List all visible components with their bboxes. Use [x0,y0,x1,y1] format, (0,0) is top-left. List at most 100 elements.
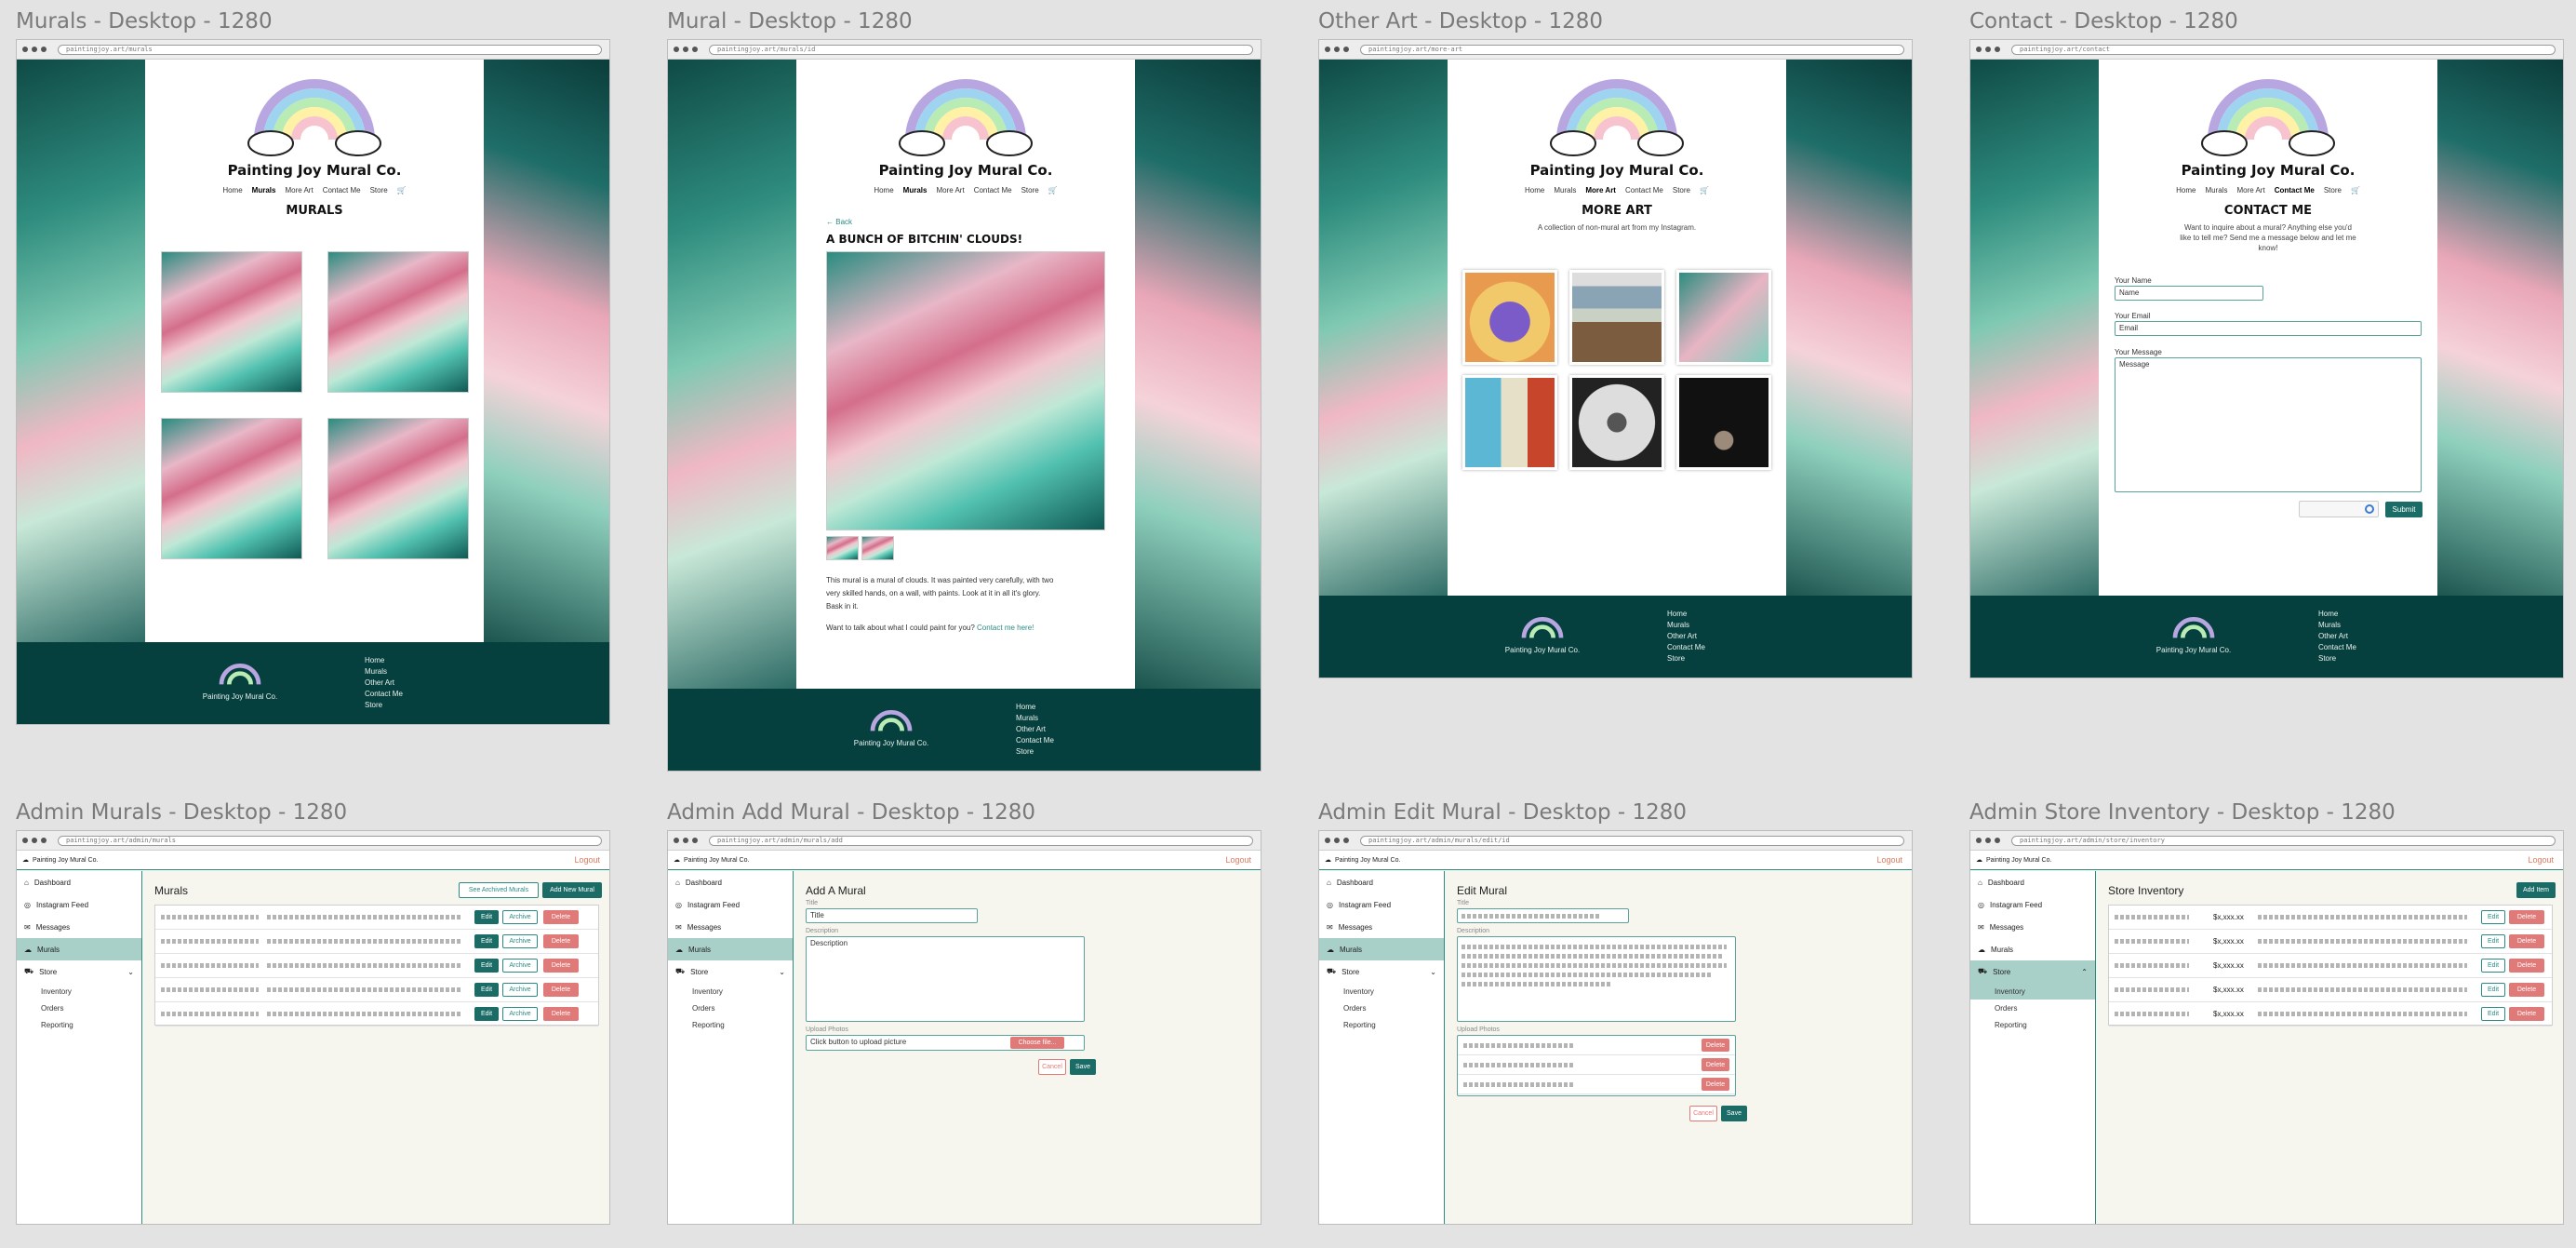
table-row[interactable]: Edit Archive Delete [155,930,598,954]
footer-link-home[interactable]: Home [1016,702,1054,713]
edit-button[interactable]: Edit [474,1007,499,1021]
table-row[interactable]: $x,xxx.xx Edit Delete [2109,954,2552,978]
submit-button[interactable]: Submit [2385,502,2423,517]
footer-link-store[interactable]: Store [1667,653,1705,664]
description-textarea[interactable] [1457,936,1736,1022]
nav-contact[interactable]: Contact Me [1625,186,1663,195]
sidebar-item-store[interactable]: ⛟ Store ⌄ [1319,960,1444,983]
nav-home[interactable]: Home [222,186,242,195]
footer-link-murals[interactable]: Murals [1667,620,1705,631]
sidebar-sub-reporting[interactable]: Reporting [1319,1016,1444,1033]
sidebar-sub-orders[interactable]: Orders [1319,1000,1444,1016]
sidebar-item-dashboard[interactable]: ⌂ Dashboard [1970,871,2095,893]
footer-link-murals[interactable]: Murals [365,666,403,678]
logout-link[interactable]: Logout [1225,855,1251,865]
sidebar-item-instagram[interactable]: ◎ Instagram Feed [1970,893,2095,916]
artwork-space[interactable] [1676,375,1771,470]
sidebar-sub-reporting[interactable]: Reporting [668,1016,793,1033]
artwork-teapot[interactable] [1462,270,1557,365]
back-link[interactable]: ← Back [826,218,852,226]
sidebar-item-messages[interactable]: ✉ Messages [1970,916,2095,938]
delete-button[interactable]: Delete [543,910,579,924]
table-row[interactable]: Edit Archive Delete [155,1002,598,1027]
delete-button[interactable]: Delete [2509,934,2544,948]
delete-button[interactable]: Delete [2509,910,2544,924]
footer-link-home[interactable]: Home [2318,609,2356,620]
footer-link-contact[interactable]: Contact Me [1667,642,1705,653]
sidebar-item-messages[interactable]: ✉ Messages [17,916,141,938]
table-row[interactable]: $x,xxx.xx Edit Delete [2109,978,2552,1002]
cancel-button[interactable]: Cancel [1038,1059,1066,1075]
edit-button[interactable]: Edit [2481,910,2505,924]
footer-link-murals[interactable]: Murals [2318,620,2356,631]
sidebar-sub-reporting[interactable]: Reporting [17,1016,141,1033]
archive-button[interactable]: Archive [502,983,538,997]
footer-link-home[interactable]: Home [365,655,403,666]
edit-button[interactable]: Edit [474,910,499,924]
delete-button[interactable]: Delete [2509,1007,2544,1021]
nav-contact[interactable]: Contact Me [974,186,1012,195]
mural-thumbnail[interactable] [161,418,302,559]
title-input[interactable] [1457,908,1629,923]
contact-link[interactable]: Contact me here! [977,624,1034,632]
sidebar-item-murals[interactable]: ☁ Murals [1970,938,2095,960]
delete-photo-button[interactable]: Delete [1702,1078,1729,1091]
url-bar[interactable]: paintingjoy.art/more-art [1360,44,1904,55]
delete-button[interactable]: Delete [543,959,579,973]
footer-link-contact[interactable]: Contact Me [1016,735,1054,746]
cart-icon[interactable]: 🛒 [397,186,407,195]
footer-link-store[interactable]: Store [365,700,403,711]
sidebar-item-store[interactable]: ⛟ Store ⌄ [668,960,793,983]
footer-link-store[interactable]: Store [2318,653,2356,664]
delete-button[interactable]: Delete [543,1007,579,1021]
email-input[interactable]: Email [2115,321,2422,336]
sidebar-sub-inventory[interactable]: Inventory [1970,983,2095,1000]
sidebar-item-instagram[interactable]: ◎ Instagram Feed [17,893,141,916]
sidebar-item-instagram[interactable]: ◎ Instagram Feed [668,893,793,916]
archive-button[interactable]: Archive [502,1007,538,1021]
nav-home[interactable]: Home [1525,186,1544,195]
footer-logo[interactable]: Painting Joy Mural Co. [2142,616,2245,654]
url-bar[interactable]: paintingjoy.art/admin/murals [58,835,602,846]
table-row[interactable]: Edit Archive Delete [155,978,598,1002]
edit-button[interactable]: Edit [2481,934,2505,948]
sidebar-item-instagram[interactable]: ◎ Instagram Feed [1319,893,1444,916]
sidebar-sub-inventory[interactable]: Inventory [17,983,141,1000]
footer-link-other-art[interactable]: Other Art [1667,631,1705,642]
url-bar[interactable]: paintingjoy.art/admin/store/inventory [2011,835,2556,846]
edit-button[interactable]: Edit [2481,1007,2505,1021]
footer-link-murals[interactable]: Murals [1016,713,1054,724]
footer-link-other-art[interactable]: Other Art [365,678,403,689]
save-button[interactable]: Save [1721,1106,1747,1121]
nav-murals[interactable]: Murals [1554,186,1576,195]
url-bar[interactable]: paintingjoy.art/murals [58,44,602,55]
cart-icon[interactable]: 🛒 [1048,186,1058,195]
sidebar-sub-orders[interactable]: Orders [668,1000,793,1016]
captcha-widget[interactable] [2299,501,2379,517]
nav-store[interactable]: Store [370,186,388,195]
edit-button[interactable]: Edit [2481,959,2505,973]
mural-thumb[interactable] [826,536,859,560]
footer-link-other-art[interactable]: Other Art [2318,631,2356,642]
archive-button[interactable]: Archive [502,910,538,924]
cart-icon[interactable]: 🛒 [1700,186,1709,195]
add-item-button[interactable]: Add Item [2516,882,2556,898]
nav-store[interactable]: Store [1021,186,1039,195]
cancel-button[interactable]: Cancel [1689,1106,1717,1121]
mural-thumbnail[interactable] [327,251,469,393]
footer-link-store[interactable]: Store [1016,746,1054,758]
sidebar-sub-inventory[interactable]: Inventory [668,983,793,1000]
delete-button[interactable]: Delete [543,983,579,997]
nav-more-art[interactable]: More Art [2236,186,2264,195]
archive-button[interactable]: Archive [502,934,538,948]
edit-button[interactable]: Edit [474,934,499,948]
sidebar-item-dashboard[interactable]: ⌂ Dashboard [668,871,793,893]
footer-link-home[interactable]: Home [1667,609,1705,620]
url-bar[interactable]: paintingjoy.art/admin/murals/edit/id [1360,835,1904,846]
table-row[interactable]: Edit Archive Delete [155,954,598,978]
archive-button[interactable]: Archive [502,959,538,973]
url-bar[interactable]: paintingjoy.art/murals/id [709,44,1253,55]
delete-photo-button[interactable]: Delete [1702,1058,1729,1071]
artwork-clouds[interactable] [1676,270,1771,365]
logout-link[interactable]: Logout [574,855,600,865]
